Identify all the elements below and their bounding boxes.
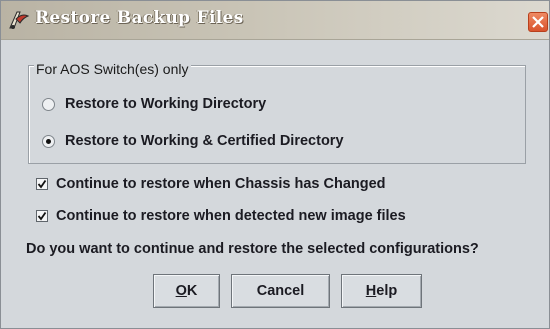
radio-label: Restore to Working & Certified Directory xyxy=(65,133,344,149)
window-title: Restore Backup Files xyxy=(35,8,244,28)
ok-button[interactable]: OK xyxy=(153,274,220,308)
close-button[interactable] xyxy=(528,12,548,32)
restore-backup-dialog: Restore Backup Files For AOS Switch(es) … xyxy=(0,0,550,329)
restore-app-icon xyxy=(7,9,31,31)
checkbox-label: Continue to restore when detected new im… xyxy=(56,208,406,224)
checkbox-chassis-changed[interactable]: Continue to restore when Chassis has Cha… xyxy=(36,176,386,192)
cancel-button[interactable]: Cancel xyxy=(231,274,330,308)
help-mnemonic: H xyxy=(365,283,377,299)
close-icon xyxy=(532,16,544,28)
ok-mnemonic: O xyxy=(175,283,187,299)
checkbox[interactable] xyxy=(36,178,48,190)
title-bar[interactable]: Restore Backup Files xyxy=(1,1,549,40)
checkbox[interactable] xyxy=(36,210,48,222)
radio-button[interactable] xyxy=(42,97,55,111)
radio-button[interactable] xyxy=(42,134,55,148)
confirmation-question: Do you want to continue and restore the … xyxy=(26,241,479,257)
group-title: For AOS Switch(es) only xyxy=(34,61,191,77)
checkbox-label: Continue to restore when Chassis has Cha… xyxy=(56,176,386,192)
radio-label: Restore to Working Directory xyxy=(65,96,267,112)
radio-working-directory[interactable]: Restore to Working Directory xyxy=(42,96,266,112)
aos-switch-group xyxy=(28,65,526,164)
checkmark-icon xyxy=(37,211,47,221)
cancel-label: Cancel xyxy=(256,283,305,299)
help-button[interactable]: Help xyxy=(341,274,422,308)
radio-working-certified-directory[interactable]: Restore to Working & Certified Directory xyxy=(42,133,344,149)
checkmark-icon xyxy=(37,179,47,189)
help-label: elp xyxy=(376,283,398,299)
ok-label: K xyxy=(186,283,198,299)
checkbox-new-image-files[interactable]: Continue to restore when detected new im… xyxy=(36,208,406,224)
